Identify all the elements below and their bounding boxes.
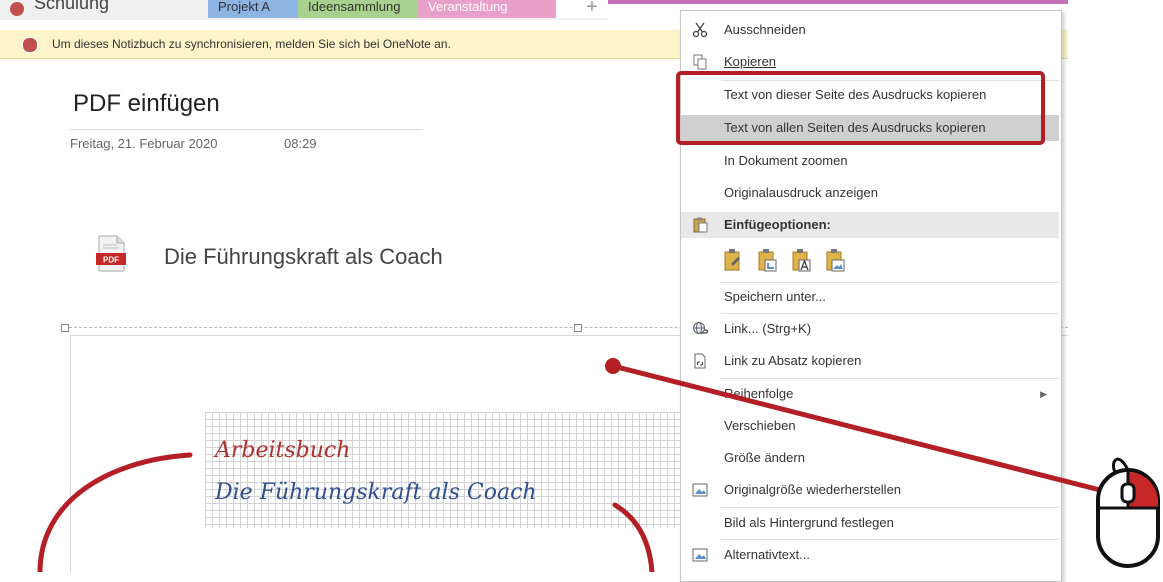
menu-item-link[interactable]: Link... (Strg+K) — [681, 316, 1059, 342]
menu-item-order[interactable]: Reihenfolge ▶ — [681, 381, 1059, 407]
paste-picture-icon[interactable] — [825, 248, 845, 272]
clipboard-icon — [693, 217, 708, 233]
menu-label-alt-text: Alternativtext... — [724, 547, 810, 562]
printout-grid-background — [205, 412, 685, 528]
menu-item-restore-size[interactable]: Originalgröße wiederherstellen — [681, 477, 1059, 503]
highlight-box-annotation — [676, 71, 1045, 145]
notebook-icon — [10, 2, 24, 16]
attachment-filename[interactable]: Die Führungskraft als Coach — [164, 244, 443, 270]
printout-subtitle: Die Führungskraft als Coach — [215, 480, 537, 505]
notebook-title[interactable]: Schulung — [10, 0, 109, 16]
menu-label-show-original: Originalausdruck anzeigen — [724, 185, 878, 200]
copy-icon — [693, 54, 707, 70]
paste-merge-formatting-icon[interactable] — [757, 248, 777, 272]
paragraph-link-icon — [694, 353, 706, 369]
menu-separator — [721, 507, 1059, 508]
resize-handle-top-left[interactable] — [61, 324, 69, 332]
sync-info-text: Um dieses Notizbuch zu synchronisieren, … — [52, 37, 451, 51]
menu-item-save-as[interactable]: Speichern unter... — [681, 284, 1059, 310]
submenu-arrow-icon: ▶ — [1040, 389, 1047, 399]
menu-label-set-background: Bild als Hintergrund festlegen — [724, 515, 894, 530]
paste-options-row — [719, 245, 879, 275]
menu-label-restore-size: Originalgröße wiederherstellen — [724, 482, 902, 497]
notebook-name: Schulung — [34, 0, 110, 13]
menu-label-link: Link... (Strg+K) — [724, 321, 812, 336]
menu-label-copy-link-paragraph: Link zu Absatz kopieren — [724, 353, 862, 368]
menu-label-cut: Ausschneiden — [724, 22, 806, 37]
tab-veranstaltung[interactable]: Veranstaltung — [418, 0, 572, 18]
menu-label-save-as: Speichern unter... — [724, 289, 826, 304]
page-time: 08:29 — [284, 136, 317, 151]
paste-text-only-icon[interactable] — [791, 248, 811, 272]
menu-label-zoom-document: In Dokument zoomen — [724, 153, 848, 168]
menu-separator — [721, 378, 1059, 379]
picture-size-icon — [692, 483, 708, 497]
menu-separator — [721, 313, 1059, 314]
menu-item-show-original[interactable]: Originalausdruck anzeigen — [681, 180, 1059, 206]
menu-item-alt-text[interactable]: Alternativtext... — [681, 542, 1059, 568]
mouse-right-click-icon — [1096, 457, 1160, 568]
pdf-icon-label: PDF — [103, 256, 119, 265]
pdf-file-icon[interactable]: PDF — [95, 235, 127, 272]
menu-separator — [721, 539, 1059, 540]
menu-item-copy-link-paragraph[interactable]: Link zu Absatz kopieren — [681, 348, 1059, 374]
printout-heading: Arbeitsbuch — [215, 438, 351, 463]
menu-item-resize[interactable]: Größe ändern — [681, 445, 1059, 471]
menu-separator — [721, 282, 1059, 283]
menu-label-order: Reihenfolge — [724, 386, 794, 401]
page-title[interactable]: PDF einfügen — [73, 90, 220, 118]
menu-item-cut[interactable]: Ausschneiden — [681, 17, 1059, 43]
globe-link-icon — [693, 322, 708, 334]
scissors-icon — [692, 22, 708, 38]
menu-item-move[interactable]: Verschieben — [681, 413, 1059, 439]
paste-keep-formatting-icon[interactable] — [723, 248, 743, 272]
menu-item-zoom-document[interactable]: In Dokument zoomen — [681, 148, 1059, 174]
menu-item-set-background[interactable]: Bild als Hintergrund festlegen — [681, 510, 1059, 536]
menu-label-move: Verschieben — [724, 418, 796, 433]
resize-handle-top-middle[interactable] — [574, 324, 582, 332]
menu-label-paste-options: Einfügeoptionen: — [724, 217, 831, 232]
sync-warning-icon — [22, 37, 38, 53]
menu-section-paste-options: Einfügeoptionen: — [681, 212, 1059, 238]
menu-label-resize: Größe ändern — [724, 450, 805, 465]
page-date: Freitag, 21. Februar 2020 — [70, 136, 218, 151]
alt-text-picture-icon — [692, 548, 708, 562]
title-underline — [70, 129, 422, 130]
tab-ideensammlung[interactable]: Ideensammlung — [298, 0, 436, 18]
